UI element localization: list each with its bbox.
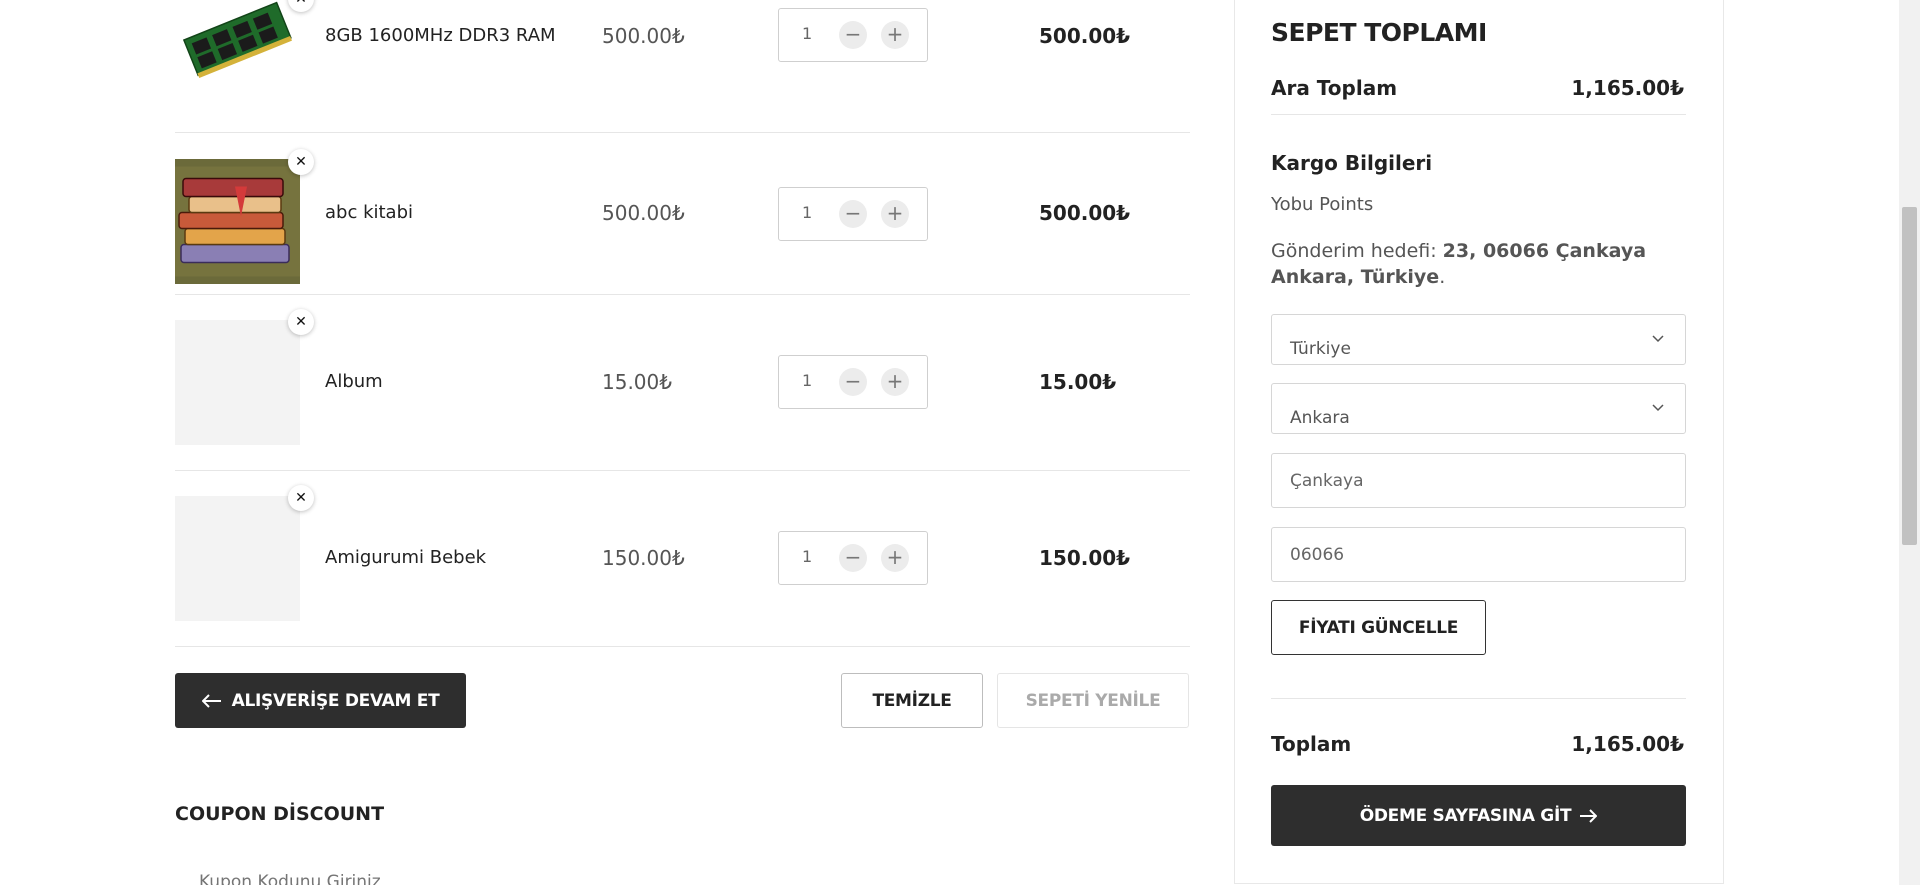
quantity-value[interactable]: 1 bbox=[802, 203, 812, 222]
product-image-placeholder[interactable] bbox=[175, 320, 300, 445]
increase-quantity-button[interactable]: + bbox=[881, 368, 909, 396]
quantity-stepper: 1 − + bbox=[778, 187, 928, 241]
cart-totals-title: SEPET TOPLAMI bbox=[1271, 18, 1487, 47]
clear-cart-button[interactable]: TEMİZLE bbox=[841, 673, 983, 728]
total-value: 1,165.00₺ bbox=[1571, 732, 1684, 756]
cart-row: ✕ abc kitabi 500.00₺ 1 − + 500.00₺ bbox=[175, 133, 1190, 295]
divider bbox=[1271, 698, 1686, 699]
coupon-title: COUPON DİSCOUNT bbox=[175, 803, 385, 825]
ram-module-icon bbox=[182, 1, 292, 79]
product-price: 150.00₺ bbox=[602, 546, 685, 570]
product-name[interactable]: Amigurumi Bebek bbox=[325, 547, 486, 568]
coupon-code-input[interactable] bbox=[175, 862, 775, 885]
shipping-destination: Gönderim hedefi: 23, 06066 Çankaya Ankara… bbox=[1271, 238, 1691, 290]
remove-item-button[interactable]: ✕ bbox=[288, 485, 314, 511]
destination-address-line2: Ankara, Türkiye bbox=[1271, 266, 1440, 288]
cart-row: ✕ 8GB 1600MHz DDR3 RAM 500.00₺ 1 − + 500… bbox=[175, 0, 1190, 133]
product-price: 15.00₺ bbox=[602, 370, 672, 394]
product-image-ram[interactable] bbox=[175, 0, 300, 86]
scrollbar-thumb[interactable] bbox=[1902, 207, 1917, 545]
country-value: Türkiye bbox=[1290, 339, 1351, 359]
shipping-method: Yobu Points bbox=[1271, 194, 1374, 215]
increase-quantity-button[interactable]: + bbox=[881, 544, 909, 572]
chevron-down-icon bbox=[1652, 404, 1664, 412]
total-label: Toplam bbox=[1271, 732, 1352, 756]
product-name[interactable]: 8GB 1600MHz DDR3 RAM bbox=[325, 25, 556, 46]
country-select[interactable]: Türkiye bbox=[1271, 314, 1686, 365]
continue-shopping-button[interactable]: ALIŞVERİŞE DEVAM ET bbox=[175, 673, 466, 728]
line-subtotal: 500.00₺ bbox=[1039, 24, 1131, 48]
quantity-stepper: 1 − + bbox=[778, 531, 928, 585]
arrow-left-icon bbox=[201, 693, 221, 708]
continue-shopping-label: ALIŞVERİŞE DEVAM ET bbox=[231, 690, 440, 711]
quantity-stepper: 1 − + bbox=[778, 8, 928, 62]
books-stack-icon bbox=[175, 166, 300, 277]
arrow-right-icon bbox=[1580, 808, 1598, 823]
checkout-label: ÖDEME SAYFASINA GİT bbox=[1359, 805, 1572, 826]
remove-item-button[interactable]: ✕ bbox=[288, 149, 314, 175]
cart-row: ✕ Amigurumi Bebek 150.00₺ 1 − + 150.00₺ bbox=[175, 471, 1190, 647]
quantity-value[interactable]: 1 bbox=[802, 547, 812, 566]
update-cart-button[interactable]: SEPETİ YENİLE bbox=[997, 673, 1189, 728]
quantity-stepper: 1 − + bbox=[778, 355, 928, 409]
decrease-quantity-button[interactable]: − bbox=[839, 544, 867, 572]
decrease-quantity-button[interactable]: − bbox=[839, 368, 867, 396]
quantity-value[interactable]: 1 bbox=[802, 371, 812, 390]
cart-row: ✕ Album 15.00₺ 1 − + 15.00₺ bbox=[175, 295, 1190, 471]
increase-quantity-button[interactable]: + bbox=[881, 21, 909, 49]
decrease-quantity-button[interactable]: − bbox=[839, 21, 867, 49]
product-image-placeholder[interactable] bbox=[175, 496, 300, 621]
province-value: Ankara bbox=[1290, 408, 1350, 428]
checkout-button[interactable]: ÖDEME SAYFASINA GİT bbox=[1271, 785, 1686, 846]
product-price: 500.00₺ bbox=[602, 201, 685, 225]
province-select[interactable]: Ankara bbox=[1271, 383, 1686, 434]
shipping-title: Kargo Bilgileri bbox=[1271, 151, 1433, 175]
postcode-input[interactable] bbox=[1271, 527, 1686, 582]
subtotal-label: Ara Toplam bbox=[1271, 76, 1398, 100]
quantity-value[interactable]: 1 bbox=[802, 24, 812, 43]
district-input[interactable] bbox=[1271, 453, 1686, 508]
product-image-books[interactable] bbox=[175, 159, 300, 284]
remove-item-button[interactable]: ✕ bbox=[288, 309, 314, 335]
destination-address-line1: 23, 06066 Çankaya bbox=[1442, 240, 1647, 262]
product-name[interactable]: Album bbox=[325, 371, 383, 392]
subtotal-value: 1,165.00₺ bbox=[1571, 76, 1684, 100]
increase-quantity-button[interactable]: + bbox=[881, 200, 909, 228]
product-price: 500.00₺ bbox=[602, 24, 685, 48]
product-name[interactable]: abc kitabi bbox=[325, 202, 413, 223]
line-subtotal: 150.00₺ bbox=[1039, 546, 1131, 570]
destination-prefix: Gönderim hedefi: bbox=[1271, 240, 1443, 262]
line-subtotal: 15.00₺ bbox=[1039, 370, 1117, 394]
update-price-button[interactable]: FİYATI GÜNCELLE bbox=[1271, 600, 1486, 655]
decrease-quantity-button[interactable]: − bbox=[839, 200, 867, 228]
divider bbox=[1271, 114, 1686, 115]
line-subtotal: 500.00₺ bbox=[1039, 201, 1131, 225]
destination-suffix: . bbox=[1439, 266, 1446, 288]
chevron-down-icon bbox=[1652, 335, 1664, 343]
